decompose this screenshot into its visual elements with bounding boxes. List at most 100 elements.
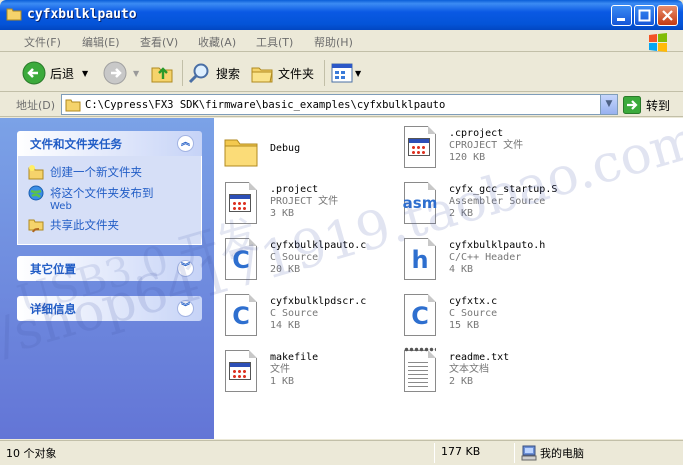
menu-help[interactable]: 帮助(H)	[314, 34, 353, 50]
toolbar-separator	[182, 60, 183, 86]
file-item[interactable]: readme.txt 文本文档 2 KB	[402, 347, 510, 392]
address-input[interactable]: C:\Cypress\FX3 SDK\firmware\basic_exampl…	[61, 94, 618, 115]
task-share-folder[interactable]: 共享此文件夹	[28, 217, 191, 233]
file-item[interactable]: makefile 文件 1 KB	[223, 350, 318, 392]
title-bar[interactable]: cyfxbulklpauto	[0, 0, 683, 30]
menu-favorites[interactable]: 收藏(A)	[198, 34, 236, 50]
file-item[interactable]: C cyfxbulklpdscr.c C Source 14 KB	[223, 294, 366, 336]
globe-icon	[28, 185, 44, 201]
folders-label: 文件夹	[278, 66, 315, 81]
file-name: makefile	[270, 352, 319, 363]
app-file-icon	[402, 126, 438, 168]
file-name: cyfxbulklpauto.h	[449, 240, 546, 251]
details-title: 详细信息	[30, 301, 76, 316]
views-dropdown-icon[interactable]: ▼	[355, 69, 361, 78]
file-item[interactable]: asm cyfx_gcc_startup.S Assembler Source …	[402, 182, 557, 224]
file-item[interactable]: C cyfxtx.c C Source 15 KB	[402, 294, 497, 336]
file-item[interactable]: .project PROJECT 文件 3 KB	[223, 182, 338, 224]
file-size: 1 KB	[270, 376, 295, 387]
back-dropdown-icon[interactable]: ▼	[82, 69, 88, 78]
task-new-folder[interactable]: 创建一个新文件夹	[28, 164, 191, 180]
chevron-down-icon[interactable]: ︾	[177, 260, 194, 277]
status-size: 177 KB	[441, 445, 481, 458]
file-name: Debug	[270, 143, 301, 154]
forward-button[interactable]: ▼	[103, 60, 139, 86]
other-places-header[interactable]: 其它位置 ︾	[17, 256, 202, 281]
close-icon	[662, 10, 673, 21]
address-label: 地址(D)	[16, 99, 56, 112]
file-size: 120 KB	[449, 152, 486, 163]
file-type: C Source	[270, 252, 319, 263]
file-size: 20 KB	[270, 264, 301, 275]
toolbar: 后退 ▼ ▼ 搜索 文件夹 ▼	[0, 52, 683, 92]
details-header[interactable]: 详细信息 ︾	[17, 296, 202, 321]
back-label: 后退	[50, 66, 75, 81]
file-name: .cproject	[449, 128, 504, 139]
menu-tools[interactable]: 工具(T)	[256, 34, 293, 50]
file-list-view[interactable]: Debug .cproject CPROJECT 文件 120 KB .proj…	[214, 118, 683, 439]
go-button[interactable]: 转到	[623, 96, 670, 114]
new-folder-icon	[28, 165, 44, 180]
file-name: cyfxtx.c	[449, 296, 498, 307]
file-item[interactable]: h cyfxbulklpauto.h C/C++ Header 4 KB	[402, 238, 545, 280]
search-button[interactable]: 搜索	[188, 60, 240, 86]
back-button[interactable]: 后退 ▼	[22, 60, 88, 86]
file-tasks-panel: 文件和文件夹任务 ︽ 创建一个新文件夹 将这个文件夹发布到 Web 共享此文件夹	[17, 131, 202, 245]
details-panel: 详细信息 ︾	[17, 296, 202, 321]
menu-view[interactable]: 查看(V)	[140, 34, 178, 50]
file-name: cyfxbulklpdscr.c	[270, 296, 367, 307]
close-button[interactable]	[657, 5, 678, 26]
address-dropdown-button[interactable]: ▼	[600, 95, 617, 114]
task-pane: 文件和文件夹任务 ︽ 创建一个新文件夹 将这个文件夹发布到 Web 共享此文件夹…	[0, 118, 214, 439]
window-title: cyfxbulklpauto	[27, 7, 137, 22]
minimize-button[interactable]	[611, 5, 632, 26]
folders-button[interactable]: 文件夹	[250, 60, 314, 86]
minimize-icon	[617, 18, 625, 21]
views-button[interactable]: ▼	[331, 60, 361, 86]
app-file-icon	[223, 350, 259, 392]
file-type: C Source	[449, 308, 498, 319]
forward-dropdown-icon[interactable]: ▼	[133, 69, 139, 78]
task-publish-web[interactable]: 将这个文件夹发布到 Web	[28, 185, 191, 212]
task-label: 将这个文件夹发布到	[50, 186, 154, 200]
address-bar: 地址(D) C:\Cypress\FX3 SDK\firmware\basic_…	[0, 92, 683, 117]
other-places-panel: 其它位置 ︾	[17, 256, 202, 281]
up-button[interactable]	[150, 60, 174, 86]
file-size: 15 KB	[449, 320, 480, 331]
share-folder-icon	[28, 219, 44, 233]
file-name: .project	[270, 184, 319, 195]
search-icon	[188, 63, 209, 84]
file-tasks-header[interactable]: 文件和文件夹任务 ︽	[17, 131, 202, 156]
windows-logo-icon	[649, 33, 667, 52]
maximize-button[interactable]	[634, 5, 655, 26]
file-tasks-body: 创建一个新文件夹 将这个文件夹发布到 Web 共享此文件夹	[17, 156, 202, 245]
app-file-icon	[223, 182, 259, 224]
chevron-up-icon[interactable]: ︽	[177, 135, 194, 152]
views-icon	[331, 63, 353, 83]
search-label: 搜索	[216, 66, 241, 81]
file-name: cyfx_gcc_startup.S	[449, 184, 558, 195]
file-size: 4 KB	[449, 264, 474, 275]
folder-up-icon	[151, 67, 173, 83]
file-type: 文本文档	[449, 364, 489, 375]
status-bar: 10 个对象 177 KB 我的电脑	[0, 440, 683, 465]
file-item[interactable]: Debug	[223, 128, 300, 170]
file-size: 2 KB	[449, 376, 474, 387]
folder-icon	[65, 99, 81, 111]
menu-edit[interactable]: 编辑(E)	[82, 34, 120, 50]
file-item[interactable]: C cyfxbulklpauto.c C Source 20 KB	[223, 238, 366, 280]
file-size: 3 KB	[270, 208, 295, 219]
file-type: PROJECT 文件	[270, 196, 339, 207]
go-label: 转到	[646, 98, 671, 113]
file-item[interactable]: .cproject CPROJECT 文件 120 KB	[402, 126, 523, 168]
menu-file[interactable]: 文件(F)	[24, 34, 61, 50]
task-label: 共享此文件夹	[50, 218, 119, 232]
file-size: 2 KB	[449, 208, 474, 219]
status-divider	[434, 443, 435, 463]
file-name: readme.txt	[449, 352, 510, 363]
c-file-icon: C	[402, 294, 438, 336]
task-sublabel: Web	[50, 201, 72, 212]
file-tasks-title: 文件和文件夹任务	[30, 136, 122, 151]
maximize-icon	[638, 9, 651, 22]
chevron-down-icon[interactable]: ︾	[177, 300, 194, 317]
